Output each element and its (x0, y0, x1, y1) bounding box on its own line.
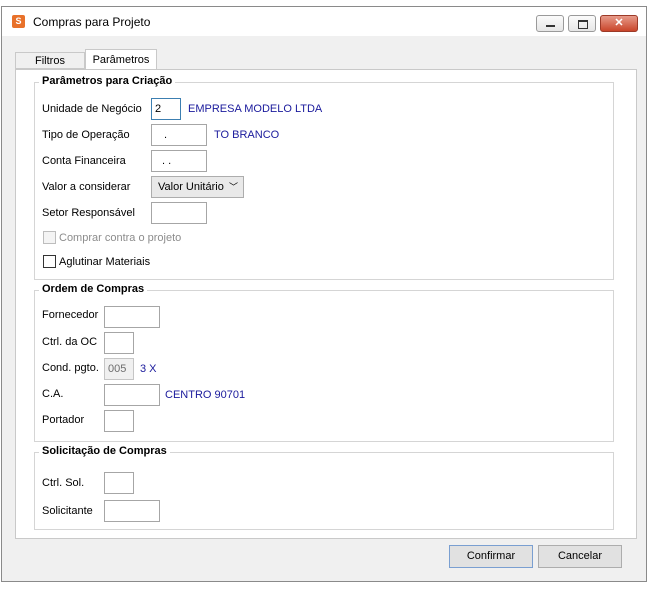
tipo-operacao-description: TO BRANCO (214, 129, 280, 141)
ctrl-sol-label: Ctrl. Sol. (42, 477, 85, 489)
valor-considerar-value: Valor Unitário (158, 181, 224, 193)
solicitante-input[interactable] (104, 500, 160, 522)
group-title-criacao: Parâmetros para Criação (39, 75, 176, 87)
minimize-icon (546, 25, 555, 27)
valor-considerar-select[interactable]: Valor Unitário ﹀ (151, 176, 244, 198)
close-icon: ✕ (614, 17, 624, 29)
tab-filtros[interactable]: Filtros (15, 52, 85, 69)
dialog-window: S Compras para Projeto ✕ Filtros Parâmet… (1, 6, 647, 582)
aglutinar-materiais-checkbox[interactable] (43, 255, 56, 268)
minimize-button[interactable] (536, 15, 564, 32)
close-button[interactable]: ✕ (600, 15, 638, 32)
comprar-contra-projeto-checkbox[interactable] (43, 231, 56, 244)
portador-input[interactable] (104, 410, 134, 432)
setor-responsavel-input[interactable] (151, 202, 207, 224)
cancel-button[interactable]: Cancelar (538, 545, 622, 568)
group-ordem-compras: Ordem de Compras Fornecedor Ctrl. da OC … (34, 283, 614, 442)
fornecedor-input[interactable] (104, 306, 160, 328)
ctrl-oc-label: Ctrl. da OC (42, 336, 98, 348)
fornecedor-label: Fornecedor (42, 309, 99, 321)
cond-pgto-input[interactable]: 005 (104, 358, 134, 380)
solicitante-label: Solicitante (42, 505, 93, 517)
ca-input[interactable] (104, 384, 160, 406)
tipo-operacao-input[interactable]: . (151, 124, 207, 146)
tab-panel-parametros: Parâmetros para Criação Unidade de Negóc… (15, 69, 637, 539)
group-criacao: Parâmetros para Criação Unidade de Negóc… (34, 75, 614, 280)
aglutinar-materiais-label: Aglutinar Materiais (59, 256, 151, 268)
chevron-down-icon: ﹀ (228, 182, 238, 192)
portador-label: Portador (42, 414, 85, 426)
conta-financeira-input[interactable]: . . (151, 150, 207, 172)
valor-considerar-label: Valor a considerar (42, 181, 131, 193)
unidade-label: Unidade de Negócio (42, 103, 142, 115)
unidade-input[interactable]: 2 (151, 98, 181, 120)
title-bar[interactable]: S Compras para Projeto ✕ (2, 7, 646, 36)
comprar-contra-projeto-label: Comprar contra o projeto (59, 232, 182, 244)
group-title-solicitacao: Solicitação de Compras (39, 445, 170, 457)
ca-description: CENTRO 90701 (165, 389, 246, 401)
window-title: Compras para Projeto (33, 15, 151, 29)
unidade-description: EMPRESA MODELO LTDA (188, 103, 323, 115)
maximize-button[interactable] (568, 15, 596, 32)
maximize-icon (578, 20, 588, 29)
ctrl-sol-input[interactable] (104, 472, 134, 494)
tab-parametros[interactable]: Parâmetros (85, 49, 157, 70)
setor-responsavel-label: Setor Responsável (42, 207, 135, 219)
conta-financeira-label: Conta Financeira (42, 155, 126, 167)
cond-pgto-description: 3 X (140, 363, 157, 375)
app-logo-icon: S (12, 15, 25, 28)
ca-label: C.A. (42, 388, 64, 400)
cond-pgto-label: Cond. pgto. (42, 362, 99, 374)
confirm-button[interactable]: Confirmar (449, 545, 533, 568)
tipo-operacao-label: Tipo de Operação (42, 129, 130, 141)
ctrl-oc-input[interactable] (104, 332, 134, 354)
group-title-ordem: Ordem de Compras (39, 283, 148, 295)
group-solicitacao-compras: Solicitação de Compras Ctrl. Sol. Solici… (34, 445, 614, 530)
